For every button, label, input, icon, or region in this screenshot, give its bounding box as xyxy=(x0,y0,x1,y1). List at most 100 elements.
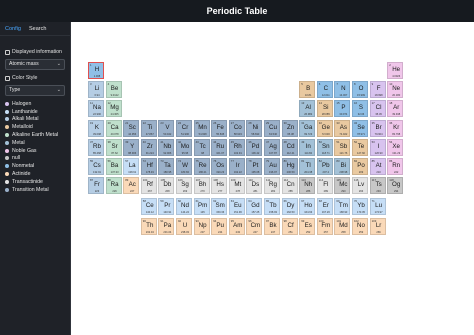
element-cell-pa[interactable]: 91 Pa 231.04 xyxy=(158,217,175,235)
element-cell-p[interactable]: 15 P 30.974 xyxy=(334,100,351,118)
element-cell-rh[interactable]: 45 Rh 102.91 xyxy=(228,138,245,156)
element-cell-ho[interactable]: 67 Ho 164.93 xyxy=(299,198,316,216)
element-cell-si[interactable]: 14 Si 28.085 xyxy=(316,100,333,118)
element-cell-cs[interactable]: 55 Cs 132.91 xyxy=(88,158,104,175)
legend-item[interactable]: Actinide xyxy=(5,170,71,178)
element-cell-ds[interactable]: 110 Ds 281 xyxy=(246,177,263,195)
element-cell-cf[interactable]: 98 Cf 251 xyxy=(281,217,298,235)
element-cell-y[interactable]: 39 Y 88.906 xyxy=(123,138,140,156)
element-cell-la[interactable]: 57 La 138.91 xyxy=(123,158,140,175)
element-cell-zr[interactable]: 40 Zr 91.224 xyxy=(140,138,157,156)
element-cell-sb[interactable]: 51 Sb 121.76 xyxy=(334,138,351,156)
tab-config[interactable]: Config xyxy=(5,22,21,36)
element-cell-rg[interactable]: 111 Rg 282 xyxy=(264,177,280,195)
element-cell-md[interactable]: 101 Md 258 xyxy=(334,217,351,235)
element-cell-tm[interactable]: 69 Tm 168.93 xyxy=(334,198,351,216)
element-cell-in[interactable]: 49 In 114.82 xyxy=(299,138,316,156)
element-cell-s[interactable]: 16 S 32.06 xyxy=(352,100,368,118)
element-cell-lv[interactable]: 116 Lv 293 xyxy=(352,177,368,195)
element-cell-tc[interactable]: 43 Tc 98 xyxy=(193,138,210,156)
element-cell-na[interactable]: 11 Na 22.990 xyxy=(88,100,104,118)
element-cell-mg[interactable]: 12 Mg 24.305 xyxy=(105,100,122,118)
element-cell-ne[interactable]: 10 Ne 20.180 xyxy=(387,81,404,99)
element-cell-nb[interactable]: 41 Nb 92.906 xyxy=(158,138,175,156)
element-cell-tb[interactable]: 65 Tb 158.93 xyxy=(264,198,280,216)
element-cell-pr[interactable]: 59 Pr 140.91 xyxy=(158,198,175,216)
element-cell-re[interactable]: 75 Re 186.21 xyxy=(193,158,210,175)
element-cell-k[interactable]: 19 K 39.098 xyxy=(88,119,104,137)
element-cell-ni[interactable]: 28 Ni 58.693 xyxy=(246,119,263,137)
element-cell-w[interactable]: 74 W 183.84 xyxy=(176,158,192,175)
element-cell-ir[interactable]: 77 Ir 192.22 xyxy=(228,158,245,175)
element-cell-os[interactable]: 76 Os 190.23 xyxy=(211,158,228,175)
element-cell-zn[interactable]: 30 Zn 65.38 xyxy=(281,119,298,137)
element-cell-se[interactable]: 34 Se 78.971 xyxy=(352,119,368,137)
element-cell-mc[interactable]: 115 Mc 290 xyxy=(334,177,351,195)
element-cell-sn[interactable]: 50 Sn 118.71 xyxy=(316,138,333,156)
element-cell-kr[interactable]: 36 Kr 83.798 xyxy=(387,119,404,137)
legend-item[interactable]: Transactinide xyxy=(5,178,71,186)
element-cell-xe[interactable]: 54 Xe 131.29 xyxy=(387,138,404,156)
element-cell-ts[interactable]: 117 Ts 294 xyxy=(369,177,386,195)
element-cell-th[interactable]: 90 Th 232.04 xyxy=(140,217,157,235)
element-cell-b[interactable]: 5 B 10.81 xyxy=(299,81,316,99)
element-cell-as[interactable]: 33 As 74.922 xyxy=(334,119,351,137)
element-cell-br[interactable]: 35 Br 79.904 xyxy=(369,119,386,137)
element-cell-dy[interactable]: 66 Dy 162.50 xyxy=(281,198,298,216)
element-cell-sc[interactable]: 21 Sc 44.956 xyxy=(123,119,140,137)
element-cell-eu[interactable]: 63 Eu 151.96 xyxy=(228,198,245,216)
legend-item[interactable]: Alkali Metal xyxy=(5,116,71,124)
displayed-info-select[interactable]: Atomic mass ⌄ xyxy=(5,59,65,70)
element-cell-i[interactable]: 53 I 126.90 xyxy=(369,138,386,156)
element-cell-pu[interactable]: 94 Pu 244 xyxy=(211,217,228,235)
element-cell-n[interactable]: 7 N 14.007 xyxy=(334,81,351,99)
element-cell-pd[interactable]: 46 Pd 106.42 xyxy=(246,138,263,156)
element-cell-pt[interactable]: 78 Pt 195.08 xyxy=(246,158,263,175)
element-cell-ra[interactable]: 88 Ra 226 xyxy=(105,177,122,195)
tab-search[interactable]: Search xyxy=(29,22,46,36)
legend-item[interactable]: null xyxy=(5,155,71,163)
element-cell-cn[interactable]: 112 Cn 285 xyxy=(281,177,298,195)
legend-item[interactable]: Metal xyxy=(5,139,71,147)
legend-item[interactable]: Noble Gas xyxy=(5,147,71,155)
element-cell-li[interactable]: 3 Li 6.94 xyxy=(88,81,104,99)
element-cell-tl[interactable]: 81 Tl 204.38 xyxy=(299,158,316,175)
legend-item[interactable]: Nonmetal xyxy=(5,162,71,170)
element-cell-ag[interactable]: 47 Ag 107.87 xyxy=(264,138,280,156)
element-cell-rn[interactable]: 86 Rn 222 xyxy=(387,158,404,175)
element-cell-al[interactable]: 13 Al 26.982 xyxy=(299,100,316,118)
element-cell-c[interactable]: 6 C 12.011 xyxy=(316,81,333,99)
element-cell-mt[interactable]: 109 Mt 278 xyxy=(228,177,245,195)
element-cell-o[interactable]: 8 O 15.999 xyxy=(352,81,368,99)
element-cell-au[interactable]: 79 Au 196.97 xyxy=(264,158,280,175)
element-cell-fm[interactable]: 100 Fm 257 xyxy=(316,217,333,235)
legend-item[interactable]: Halogen xyxy=(5,100,71,108)
element-cell-fl[interactable]: 114 Fl 289 xyxy=(316,177,333,195)
legend-item[interactable]: Transition Metal xyxy=(5,186,71,194)
element-cell-bh[interactable]: 107 Bh 270 xyxy=(193,177,210,195)
element-cell-at[interactable]: 85 At 210 xyxy=(369,158,386,175)
element-cell-te[interactable]: 52 Te 127.60 xyxy=(352,138,368,156)
element-cell-hf[interactable]: 72 Hf 178.49 xyxy=(140,158,157,175)
element-cell-hg[interactable]: 80 Hg 200.59 xyxy=(281,158,298,175)
element-cell-bk[interactable]: 97 Bk 247 xyxy=(264,217,280,235)
element-cell-sg[interactable]: 106 Sg 269 xyxy=(176,177,192,195)
element-cell-mn[interactable]: 25 Mn 54.938 xyxy=(193,119,210,137)
element-cell-cu[interactable]: 29 Cu 63.546 xyxy=(264,119,280,137)
element-cell-he[interactable]: 2 He 4.0026 xyxy=(387,62,404,79)
element-cell-hs[interactable]: 108 Hs 277 xyxy=(211,177,228,195)
element-cell-fr[interactable]: 87 Fr 223 xyxy=(88,177,104,195)
element-cell-pb[interactable]: 82 Pb 207.2 xyxy=(316,158,333,175)
element-cell-cm[interactable]: 96 Cm 247 xyxy=(246,217,263,235)
element-cell-fe[interactable]: 26 Fe 55.845 xyxy=(211,119,228,137)
element-cell-np[interactable]: 93 Np 237 xyxy=(193,217,210,235)
element-cell-ru[interactable]: 44 Ru 101.07 xyxy=(211,138,228,156)
legend-item[interactable]: Lanthanide xyxy=(5,108,71,116)
legend-item[interactable]: Metalloid xyxy=(5,123,71,131)
element-cell-lu[interactable]: 71 Lu 174.97 xyxy=(369,198,386,216)
element-cell-f[interactable]: 9 F 18.998 xyxy=(369,81,386,99)
element-cell-ta[interactable]: 73 Ta 180.95 xyxy=(158,158,175,175)
legend-item[interactable]: Alkaline Earth Metal xyxy=(5,131,71,139)
element-cell-ga[interactable]: 31 Ga 69.723 xyxy=(299,119,316,137)
element-cell-cr[interactable]: 24 Cr 51.996 xyxy=(176,119,192,137)
